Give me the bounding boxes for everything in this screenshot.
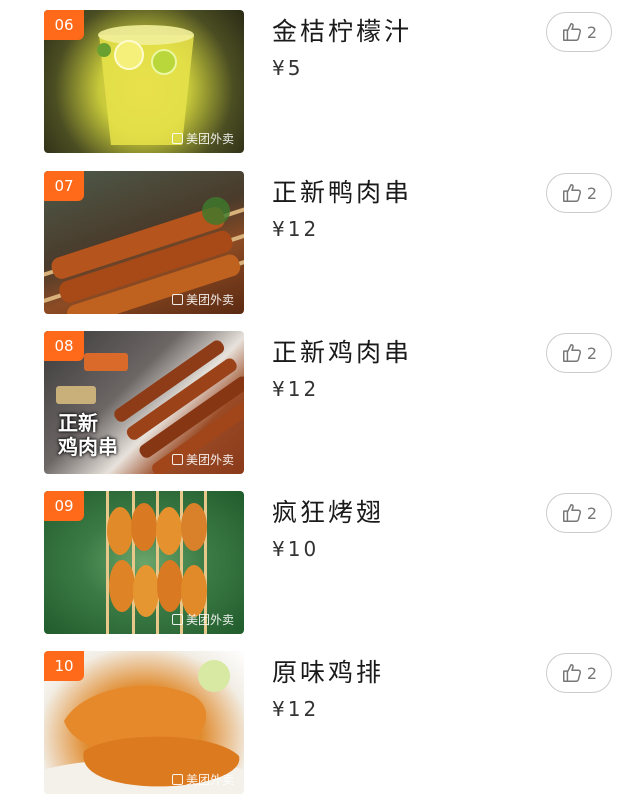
product-name: 正新鸭肉串: [272, 178, 413, 207]
watermark: 美团外卖: [171, 451, 234, 468]
like-count: 2: [586, 343, 598, 363]
watermark: 美团外卖: [171, 771, 234, 788]
like-button[interactable]: 2: [546, 333, 612, 373]
list-item[interactable]: 06 美团外卖 金桔柠檬汁 ¥5 2: [0, 10, 640, 155]
watermark: 美团外卖: [171, 291, 234, 308]
product-price: ¥12: [272, 697, 320, 721]
product-name: 金桔柠檬汁: [272, 17, 413, 46]
like-count: 2: [586, 663, 598, 683]
product-image[interactable]: 10 美团外卖: [44, 651, 244, 794]
item-number-badge: 08: [44, 331, 84, 361]
thumbs-up-icon: [562, 664, 581, 682]
list-item[interactable]: 08 正新 鸡肉串 美团外卖 正新鸡肉串 ¥12 2: [0, 331, 640, 476]
product-image[interactable]: 09 美团外卖: [44, 491, 244, 634]
meituan-logo-icon: [171, 294, 183, 305]
product-name: 原味鸡排: [272, 658, 385, 687]
product-image[interactable]: 06 美团外卖: [44, 10, 244, 153]
item-number-badge: 06: [44, 10, 84, 40]
product-price: ¥12: [272, 217, 320, 241]
product-price: ¥5: [272, 56, 304, 80]
menu-list: 06 美团外卖 金桔柠檬汁 ¥5 2 07 美团外卖 正新鸭肉串 ¥12 2 0…: [0, 0, 640, 803]
product-image[interactable]: 08 正新 鸡肉串 美团外卖: [44, 331, 244, 474]
like-count: 2: [586, 503, 598, 523]
meituan-logo-icon: [171, 774, 183, 785]
image-overlay-text: 正新 鸡肉串: [58, 411, 118, 459]
like-button[interactable]: 2: [546, 653, 612, 693]
product-image[interactable]: 07 美团外卖: [44, 171, 244, 314]
item-number-badge: 09: [44, 491, 84, 521]
watermark: 美团外卖: [171, 611, 234, 628]
like-count: 2: [586, 22, 598, 42]
like-button[interactable]: 2: [546, 173, 612, 213]
product-name: 正新鸡肉串: [272, 338, 413, 367]
watermark: 美团外卖: [171, 130, 234, 147]
thumbs-up-icon: [562, 504, 581, 522]
item-number-badge: 07: [44, 171, 84, 201]
meituan-logo-icon: [171, 614, 183, 625]
product-price: ¥10: [272, 537, 320, 561]
like-count: 2: [586, 183, 598, 203]
thumbs-up-icon: [562, 23, 581, 41]
meituan-logo-icon: [171, 133, 183, 144]
meituan-logo-icon: [171, 454, 183, 465]
list-item[interactable]: 07 美团外卖 正新鸭肉串 ¥12 2: [0, 171, 640, 316]
thumbs-up-icon: [562, 184, 581, 202]
thumbs-up-icon: [562, 344, 581, 362]
product-name: 疯狂烤翅: [272, 498, 385, 527]
like-button[interactable]: 2: [546, 493, 612, 533]
list-item[interactable]: 09 美团外卖 疯狂烤翅 ¥10 2: [0, 491, 640, 636]
like-button[interactable]: 2: [546, 12, 612, 52]
product-price: ¥12: [272, 377, 320, 401]
list-item[interactable]: 10 美团外卖 原味鸡排 ¥12 2: [0, 651, 640, 796]
item-number-badge: 10: [44, 651, 84, 681]
